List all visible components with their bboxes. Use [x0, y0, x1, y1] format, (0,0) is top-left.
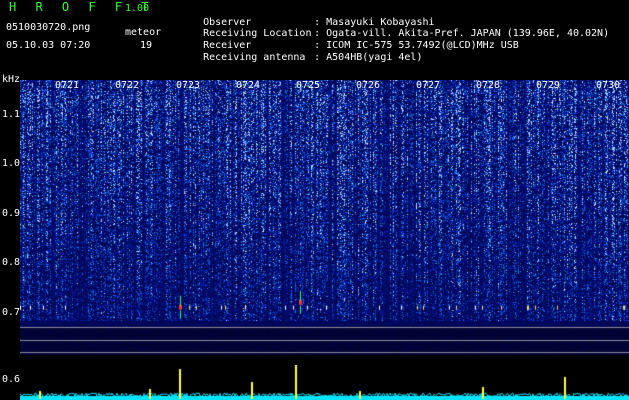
x-tick-label: 0721	[55, 80, 80, 91]
meteor-count: 19	[140, 40, 153, 51]
antenna-value: : A504HB(yagi 4el)	[314, 52, 423, 63]
meteor-label: meteor	[125, 27, 162, 38]
hrofft-screen: H R O F F T 1.00 0510030720.png meteor 0…	[0, 0, 629, 400]
y-tick-label: 0.6	[2, 374, 21, 385]
spectrogram	[20, 80, 629, 355]
x-tick-label: 0727	[416, 80, 441, 91]
y-tick-label: 0.7	[2, 306, 21, 318]
file-name: 0510030720.png	[6, 22, 91, 33]
signal-trace	[20, 365, 629, 400]
x-tick-label: 0730	[596, 80, 621, 91]
y-tick-label: 0.9	[2, 207, 21, 219]
antenna-row: Receiving antenna : A504HB(yagi 4el)	[179, 40, 422, 76]
y-tick-label: 0.8	[2, 257, 21, 269]
app-version: 1.00	[125, 3, 150, 14]
y-axis-unit: kHz	[2, 74, 21, 85]
y-tick-label: 1.0	[2, 158, 21, 170]
x-tick-label: 0722	[115, 80, 140, 91]
y-tick-label: 1.1	[2, 108, 21, 120]
capture-datetime: 05.10.03 07:20	[6, 40, 91, 51]
x-tick-label: 0726	[356, 80, 381, 91]
x-tick-label: 0729	[536, 80, 561, 91]
antenna-label: Receiving antenna	[203, 52, 306, 63]
x-tick-label: 0728	[476, 80, 501, 91]
x-tick-label: 0725	[296, 80, 321, 91]
x-tick-label: 0724	[236, 80, 261, 91]
x-tick-label: 0723	[176, 80, 201, 91]
